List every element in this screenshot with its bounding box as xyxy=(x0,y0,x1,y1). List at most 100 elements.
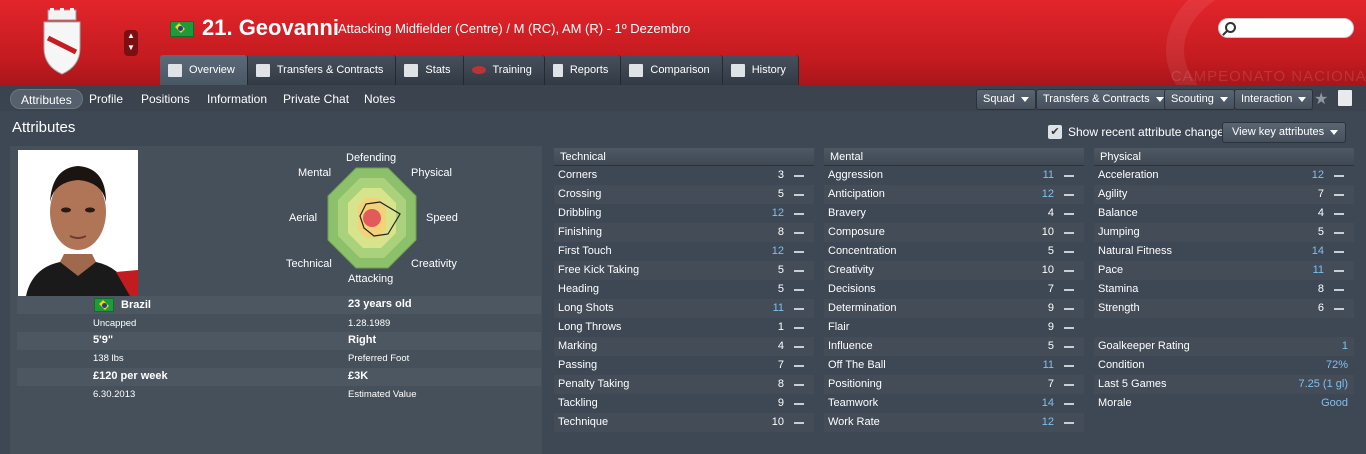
chevron-down-icon xyxy=(1219,96,1228,102)
recent-changes-checkbox[interactable]: ✔ xyxy=(1048,125,1062,139)
view-key-attributes-button[interactable]: View key attributes xyxy=(1222,122,1346,143)
attribute-name: Flair xyxy=(828,321,850,333)
no-change-icon xyxy=(794,213,804,215)
attribute-name: Bravery xyxy=(828,207,866,219)
attribute-name: Long Shots xyxy=(558,302,614,314)
attribute-row: Off The Ball 11 xyxy=(824,356,1084,375)
tab-reports[interactable]: Reports xyxy=(544,55,622,85)
competition-watermark: CAMPEONATO NACIONAL xyxy=(1170,68,1366,85)
attribute-value: 11 xyxy=(1042,359,1054,371)
attribute-name: Balance xyxy=(1098,207,1138,219)
no-change-icon xyxy=(1064,308,1074,310)
attribute-row: Morale Good xyxy=(1094,394,1354,413)
transfers-dropdown[interactable]: Transfers & Contracts xyxy=(1036,89,1171,110)
attribute-row: Crossing 5 xyxy=(554,185,814,204)
attribute-value: 5 xyxy=(777,188,784,200)
no-change-icon xyxy=(794,365,804,367)
attribute-value: 5 xyxy=(777,264,784,276)
attribute-row: Pace 11 xyxy=(1094,261,1354,280)
attribute-radar-chart xyxy=(327,167,417,269)
star-icon[interactable]: ★ xyxy=(1314,89,1328,109)
no-change-icon xyxy=(1064,232,1074,234)
history-icon xyxy=(730,63,745,77)
radar-label-speed: Speed xyxy=(426,212,458,224)
attribute-row: Aggression 11 xyxy=(824,166,1084,185)
weight: 138 lbs xyxy=(93,353,124,364)
subnav-attributes[interactable]: Attributes xyxy=(10,89,83,109)
subnav-information[interactable]: Information xyxy=(207,89,267,109)
chevron-down-icon xyxy=(1330,129,1339,135)
attribute-value: 12 xyxy=(1311,169,1324,181)
attribute-value: 1 xyxy=(1341,340,1348,352)
contract-icon xyxy=(255,63,270,77)
attribute-row: Teamwork 14 xyxy=(824,394,1084,413)
mental-header: Mental xyxy=(824,148,1084,166)
subnav-positions[interactable]: Positions xyxy=(141,89,190,109)
player-name: 21. Geovanni xyxy=(202,15,339,40)
attribute-value: 5 xyxy=(1317,226,1324,238)
attribute-value: 5 xyxy=(1047,340,1054,352)
attribute-row: Composure 10 xyxy=(824,223,1084,242)
nation-flag-icon xyxy=(94,298,114,312)
no-change-icon xyxy=(1064,194,1074,196)
tab-comparison[interactable]: Comparison xyxy=(621,55,723,85)
attribute-row: Penalty Taking 8 xyxy=(554,375,814,394)
attribute-name: Positioning xyxy=(828,378,882,390)
attribute-value: 4 xyxy=(777,340,784,352)
overview-icon xyxy=(168,63,182,77)
attribute-value: 7 xyxy=(777,359,784,371)
attribute-name: Heading xyxy=(558,283,599,295)
squad-dropdown[interactable]: Squad xyxy=(976,89,1036,110)
attribute-row: Bravery 4 xyxy=(824,204,1084,223)
subnav-profile[interactable]: Profile xyxy=(89,89,123,109)
training-icon xyxy=(471,66,486,74)
attribute-value: 11 xyxy=(772,302,784,314)
no-change-icon xyxy=(1334,289,1344,291)
nation: Brazil xyxy=(121,299,151,311)
attribute-name: Concentration xyxy=(828,245,897,257)
attribute-name: Crossing xyxy=(558,188,602,200)
attribute-name: Agility xyxy=(1098,188,1128,200)
subnav-notes[interactable]: Notes xyxy=(364,89,395,109)
player-photo xyxy=(18,150,138,296)
physical-header: Physical xyxy=(1094,148,1354,166)
no-change-icon xyxy=(1064,422,1074,424)
attribute-row: Flair 9 xyxy=(824,318,1084,337)
attribute-name: Tackling xyxy=(558,397,598,409)
attribute-name: Teamwork xyxy=(828,397,879,409)
interaction-dropdown[interactable]: Interaction xyxy=(1234,89,1314,110)
no-change-icon xyxy=(1334,232,1344,234)
attribute-row: Natural Fitness 14 xyxy=(1094,242,1354,261)
attribute-name: Pace xyxy=(1098,264,1124,276)
attribute-name: Dribbling xyxy=(558,207,602,219)
notes-icon[interactable] xyxy=(1338,90,1352,106)
attribute-row: Passing 7 xyxy=(554,356,814,375)
attribute-value: 9 xyxy=(1047,302,1054,314)
tab-overview[interactable]: Overview xyxy=(160,55,248,85)
tab-transfers-contracts[interactable]: Transfers & Contracts xyxy=(247,55,397,85)
tab-training[interactable]: Training xyxy=(463,55,545,85)
no-change-icon xyxy=(1334,213,1344,215)
estimated-value-label: Estimated Value xyxy=(348,389,417,400)
attribute-value: 3 xyxy=(777,169,784,181)
attribute-value: 72% xyxy=(1325,359,1348,371)
attribute-row: Corners 3 xyxy=(554,166,814,185)
attribute-row: Goalkeeper Rating 1 xyxy=(1094,337,1354,356)
no-change-icon xyxy=(1064,403,1074,405)
no-change-icon xyxy=(1334,270,1344,272)
scouting-dropdown[interactable]: Scouting xyxy=(1164,89,1235,110)
attribute-row: Concentration 5 xyxy=(824,242,1084,261)
radar-label-mental: Mental xyxy=(298,167,332,179)
no-change-icon xyxy=(794,403,804,405)
search-input[interactable] xyxy=(1218,18,1354,38)
attribute-name: Anticipation xyxy=(828,188,885,200)
player-stepper[interactable]: ▲ ▼ xyxy=(124,30,138,56)
tab-stats[interactable]: Stats xyxy=(396,55,464,85)
no-change-icon xyxy=(794,175,804,177)
height: 5'9" xyxy=(93,334,114,346)
subnav-private-chat[interactable]: Private Chat xyxy=(283,89,349,109)
no-change-icon xyxy=(794,422,804,424)
attribute-name: Creativity xyxy=(828,264,874,276)
attribute-value: 14 xyxy=(1311,245,1324,257)
tab-history[interactable]: History xyxy=(722,55,799,85)
